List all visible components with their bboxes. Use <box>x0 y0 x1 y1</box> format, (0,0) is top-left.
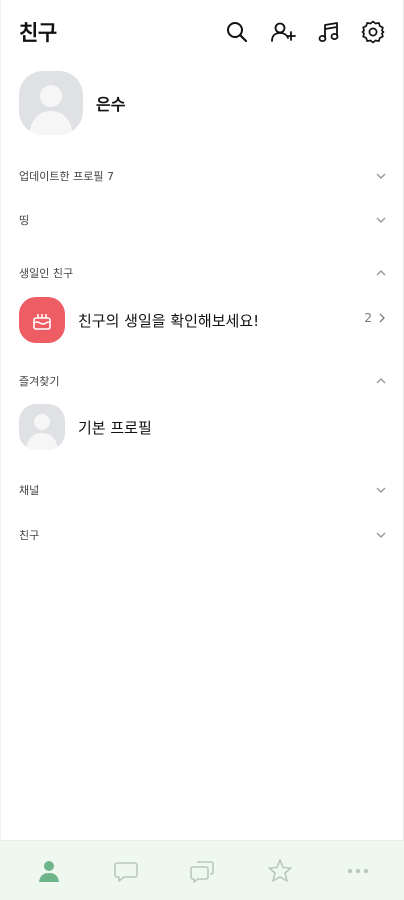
section-label: 친구 <box>19 529 40 542</box>
openchat-tab-icon[interactable] <box>188 857 216 885</box>
music-icon[interactable] <box>316 19 342 45</box>
avatar <box>19 71 83 135</box>
favorite-name: 기본 프로필 <box>78 418 152 437</box>
section-friends[interactable]: 친구 <box>1 525 404 547</box>
chevron-up-icon <box>375 375 387 387</box>
chevron-down-icon <box>375 484 387 496</box>
birthday-count-value: 2 <box>364 311 372 325</box>
shopping-tab-icon[interactable] <box>266 857 294 885</box>
top-bar: 친구 <box>1 0 404 64</box>
chevron-down-icon <box>375 529 387 541</box>
birthday-cake-icon <box>19 297 65 343</box>
section-label: 즐겨찾기 <box>19 375 60 388</box>
section-updated-profiles[interactable]: 업데이트한 프로필 7 <box>1 166 404 188</box>
section-channels[interactable]: 채널 <box>1 480 404 502</box>
chevron-up-icon <box>375 267 387 279</box>
section-label: 생일인 친구 <box>19 267 74 280</box>
settings-icon[interactable] <box>360 19 386 45</box>
avatar <box>19 404 65 450</box>
my-profile[interactable]: 은수 <box>19 71 125 135</box>
chevron-down-icon <box>375 214 387 226</box>
birthday-count: 2 <box>364 311 387 325</box>
section-favorites[interactable]: 즐겨찾기 <box>1 371 404 393</box>
friends-tab-icon[interactable] <box>35 857 63 885</box>
section-label: 업데이트한 프로필 7 <box>19 170 114 183</box>
chats-tab-icon[interactable] <box>112 857 140 885</box>
section-label: 띵 <box>19 214 30 227</box>
search-icon[interactable] <box>224 19 250 45</box>
section-unnamed[interactable]: 띵 <box>1 210 404 232</box>
add-friend-icon[interactable] <box>270 19 296 45</box>
bottom-tab-bar <box>1 840 404 900</box>
favorite-row[interactable]: 기본 프로필 <box>1 402 404 452</box>
chevron-down-icon <box>375 170 387 182</box>
my-profile-name: 은수 <box>96 95 126 114</box>
friends-screen: 친구 은수 업데이트한 프로필 7 띵 생일인 친구 친구의 생일을 확인해보세… <box>0 0 404 900</box>
section-label: 채널 <box>19 484 40 497</box>
birthday-prompt: 친구의 생일을 확인해보세요! <box>78 311 260 330</box>
page-title: 친구 <box>19 21 57 45</box>
chevron-right-icon <box>379 313 385 323</box>
section-birthday[interactable]: 생일인 친구 <box>1 263 404 285</box>
more-tab-icon[interactable] <box>344 857 372 885</box>
birthday-row[interactable]: 친구의 생일을 확인해보세요! 2 <box>1 295 404 345</box>
